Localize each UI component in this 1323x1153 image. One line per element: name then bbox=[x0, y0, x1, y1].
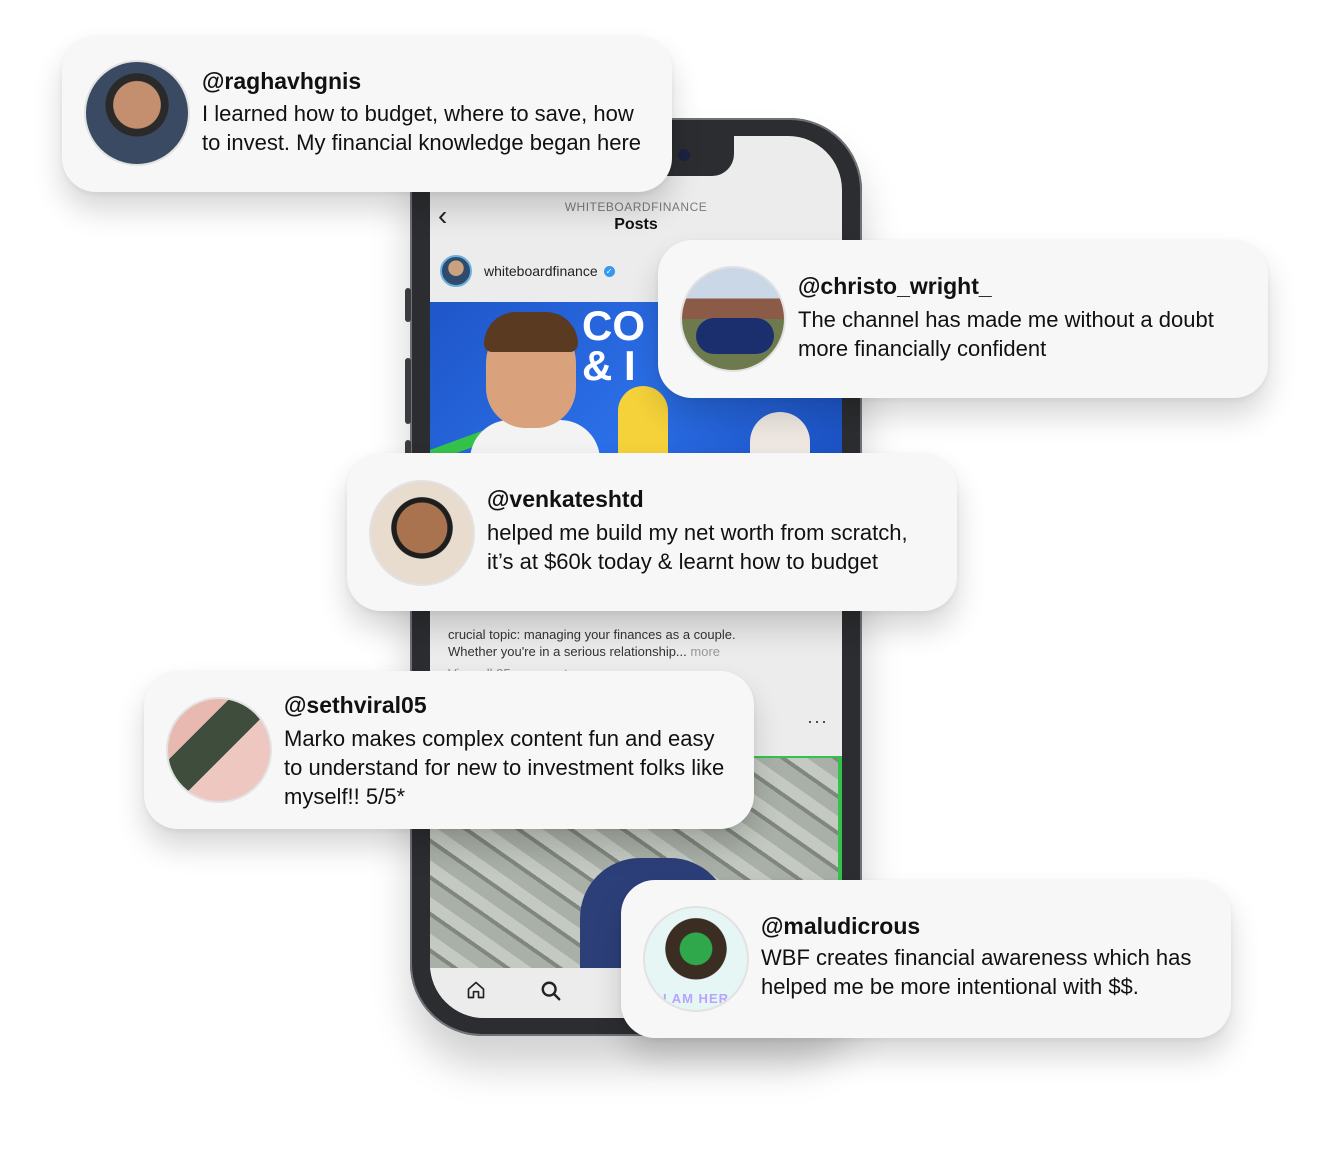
post-caption: crucial topic: managing your finances as… bbox=[448, 626, 828, 660]
testimonial-text-line: The channel has made me without a doubt bbox=[798, 307, 1214, 332]
testimonial-text-line: to understand for new to investment folk… bbox=[284, 755, 725, 780]
home-icon[interactable] bbox=[466, 980, 486, 1000]
account-label: WHITEBOARDFINANCE bbox=[564, 200, 708, 214]
thumbnail-title: CO & I bbox=[582, 302, 645, 389]
testimonial-handle: @raghavhgnis bbox=[202, 68, 362, 94]
testimonial-text-line: helped me build my net worth from scratc… bbox=[487, 520, 908, 545]
testimonial-text-line: it’s at $60k today & learnt how to budge… bbox=[487, 549, 878, 574]
more-options-icon[interactable]: ··· bbox=[807, 711, 828, 732]
page-title: Posts bbox=[614, 216, 658, 233]
avatar bbox=[84, 60, 190, 166]
motorcycle-image bbox=[696, 318, 774, 354]
phone-side-button bbox=[405, 288, 411, 322]
thumbnail-title-line2: & I bbox=[582, 341, 636, 389]
testimonial-text: helped me build my net worth from scratc… bbox=[487, 518, 908, 576]
testimonial-handle: @maludicrous bbox=[761, 913, 921, 939]
testimonial-text-line: to invest. My financial knowledge began … bbox=[202, 130, 642, 155]
testimonial-text-line: more financially confident bbox=[798, 336, 1047, 361]
testimonial-text: WBF creates financial awareness which ha… bbox=[761, 943, 1191, 1001]
caption-more-link[interactable]: more bbox=[690, 644, 720, 659]
testimonial-card: I AM HER @maludicrous WBF creates financ… bbox=[621, 880, 1231, 1038]
avatar: I AM HER bbox=[643, 906, 749, 1012]
thumbnail-person-hair bbox=[484, 312, 578, 352]
testimonial-text: I learned how to budget, where to save, … bbox=[202, 99, 641, 157]
camera-icon bbox=[678, 149, 690, 161]
avatar bbox=[369, 480, 475, 586]
avatar-text: I AM HER bbox=[662, 991, 730, 1006]
post-header[interactable]: whiteboardfinance ✓ bbox=[440, 254, 615, 288]
testimonial-text-line: Marko makes complex content fun and easy bbox=[284, 726, 715, 751]
testimonial-handle: @venkateshtd bbox=[487, 486, 644, 512]
avatar bbox=[680, 266, 786, 372]
testimonial-text-line: myself!! 5/5* bbox=[284, 784, 406, 809]
testimonial-text: Marko makes complex content fun and easy… bbox=[284, 724, 724, 811]
chevron-left-icon[interactable]: ‹ bbox=[438, 202, 447, 230]
testimonial-text-line: I learned how to budget, where to save, … bbox=[202, 101, 634, 126]
testimonial-handle: @sethviral05 bbox=[284, 692, 427, 718]
testimonial-text-line: helped me be more intentional with $$. bbox=[761, 974, 1139, 999]
caption-line1: crucial topic: managing your finances as… bbox=[448, 627, 736, 642]
testimonial-card: @raghavhgnis I learned how to budget, wh… bbox=[62, 36, 672, 192]
testimonial-text: The channel has made me without a doubt … bbox=[798, 305, 1214, 363]
avatar bbox=[166, 697, 272, 803]
search-icon[interactable] bbox=[540, 980, 562, 1002]
avatar[interactable] bbox=[440, 255, 472, 287]
testimonial-handle: @christo_wright_ bbox=[798, 273, 992, 299]
testimonial-text-line: WBF creates financial awareness which ha… bbox=[761, 945, 1192, 970]
testimonial-card: @sethviral05 Marko makes complex content… bbox=[144, 671, 754, 829]
phone-volume-up bbox=[405, 358, 411, 424]
caption-line2: Whether you're in a serious relationship… bbox=[448, 644, 687, 659]
thumbnail-title-line1: CO bbox=[582, 302, 645, 349]
testimonial-card: @christo_wright_ The channel has made me… bbox=[658, 240, 1268, 398]
testimonial-card: @venkateshtd helped me build my net wort… bbox=[347, 453, 957, 611]
verified-badge-icon: ✓ bbox=[603, 265, 615, 277]
post-username[interactable]: whiteboardfinance bbox=[484, 263, 598, 279]
